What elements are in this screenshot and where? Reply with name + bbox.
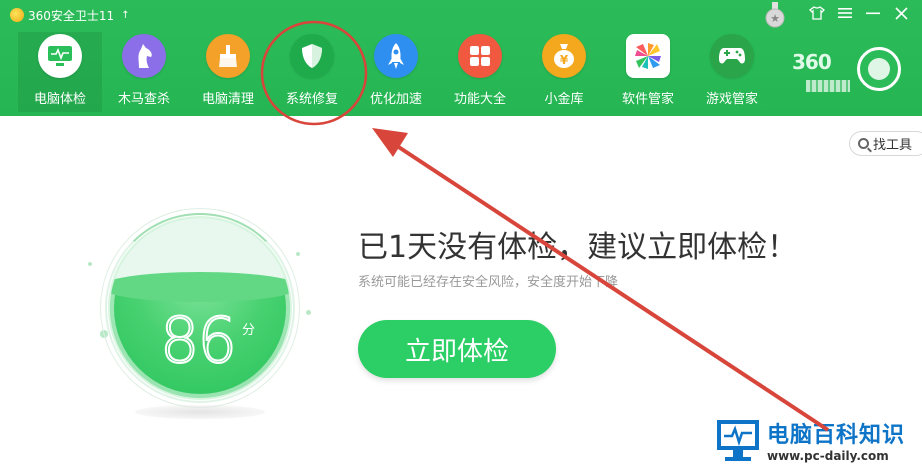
nav-label: 电脑体检: [33, 92, 86, 107]
find-tool-label: 找工具: [873, 138, 913, 153]
avatar[interactable]: [857, 47, 901, 91]
app-window: 360安全卫士11 ↑ ★ 电脑体检 木马查杀 电脑清理 系统修复 优化加速 功…: [0, 0, 922, 466]
menu-icon[interactable]: [836, 4, 854, 22]
money-bag-icon: ¥: [542, 34, 586, 78]
monitor-logo-icon: [717, 419, 759, 461]
skin-icon[interactable]: [808, 4, 826, 22]
nav-label: 小金库: [544, 92, 584, 107]
nav-label: 优化加速: [369, 92, 422, 107]
nav-item-optimize-speedup[interactable]: 优化加速: [354, 32, 438, 112]
grid-icon: [458, 34, 502, 78]
gamepad-icon: [710, 34, 754, 78]
checkup-subline: 系统可能已经存在安全风险，安全度开始下降: [358, 275, 619, 290]
rocket-icon: [374, 34, 418, 78]
site-watermark: 电脑百科知识 www.pc-daily.com: [707, 413, 922, 466]
nav-label: 系统修复: [285, 92, 338, 107]
decor-dot: [88, 262, 92, 266]
score-shadow: [135, 405, 265, 419]
find-tool-button[interactable]: 找工具: [849, 131, 922, 156]
nav-label: 功能大全: [453, 92, 506, 107]
nav-item-software-manager[interactable]: 软件管家: [606, 32, 690, 112]
shield-icon: [290, 34, 334, 78]
brand-360-logo: 360: [792, 50, 832, 74]
medal-icon[interactable]: ★: [765, 2, 785, 28]
avatar-image: [868, 58, 890, 80]
top-bar: 360安全卫士11 ↑ ★ 电脑体检 木马查杀 电脑清理 系统修复 优化加速 功…: [0, 0, 922, 116]
score-value: 86: [159, 303, 238, 378]
highlight-arrow-head: [372, 128, 408, 157]
nav-item-small-treasury[interactable]: ¥ 小金库: [522, 32, 606, 112]
nav-item-system-repair[interactable]: 系统修复: [270, 32, 354, 112]
watermark-title: 电脑百科知识: [767, 422, 906, 448]
svg-text:¥: ¥: [560, 53, 569, 67]
nav-item-computer-cleanup[interactable]: 电脑清理: [186, 32, 270, 112]
window-title-text: 360安全卫士11: [28, 8, 115, 23]
brand-subtitle-blurred: [806, 80, 850, 92]
nav-label: 游戏管家: [705, 92, 758, 107]
search-icon: [858, 138, 869, 149]
decor-dot: [306, 310, 311, 315]
window-title: 360安全卫士11 ↑: [10, 6, 130, 24]
window-controls: [808, 4, 910, 22]
nav-item-game-manager[interactable]: 游戏管家: [690, 32, 774, 112]
nav-label: 木马查杀: [117, 92, 170, 107]
svg-text:★: ★: [770, 12, 780, 25]
score-gauge: 86 分: [70, 190, 330, 430]
app-logo-icon: [10, 8, 24, 22]
score-liquid-wave: [110, 272, 290, 302]
broom-icon: [206, 34, 250, 78]
monitor-icon: [38, 34, 82, 78]
checkup-headline: 已1天没有体检，建议立即体检！: [358, 230, 798, 265]
watermark-text: 电脑百科知识 www.pc-daily.com: [767, 417, 905, 463]
nav-label: 软件管家: [621, 92, 674, 107]
watermark-url: www.pc-daily.com: [767, 448, 889, 463]
minimize-icon[interactable]: [864, 4, 882, 22]
close-icon[interactable]: [892, 4, 910, 22]
horse-icon: [122, 34, 166, 78]
nav-item-trojan-scan[interactable]: 木马查杀: [102, 32, 186, 112]
checkup-now-button[interactable]: 立即体检: [358, 320, 556, 378]
upgrade-arrow-icon[interactable]: ↑: [121, 10, 129, 21]
score-circle: 86: [110, 218, 290, 398]
flower-icon: [626, 34, 670, 78]
nav-label: 电脑清理: [201, 92, 254, 107]
main-nav: 电脑体检 木马查杀 电脑清理 系统修复 优化加速 功能大全 ¥ 小金库 软件管家…: [18, 32, 774, 112]
nav-item-all-features[interactable]: 功能大全: [438, 32, 522, 112]
decor-dot: [296, 252, 300, 256]
score-unit: 分: [242, 323, 256, 338]
nav-item-computer-checkup[interactable]: 电脑体检: [18, 32, 102, 112]
